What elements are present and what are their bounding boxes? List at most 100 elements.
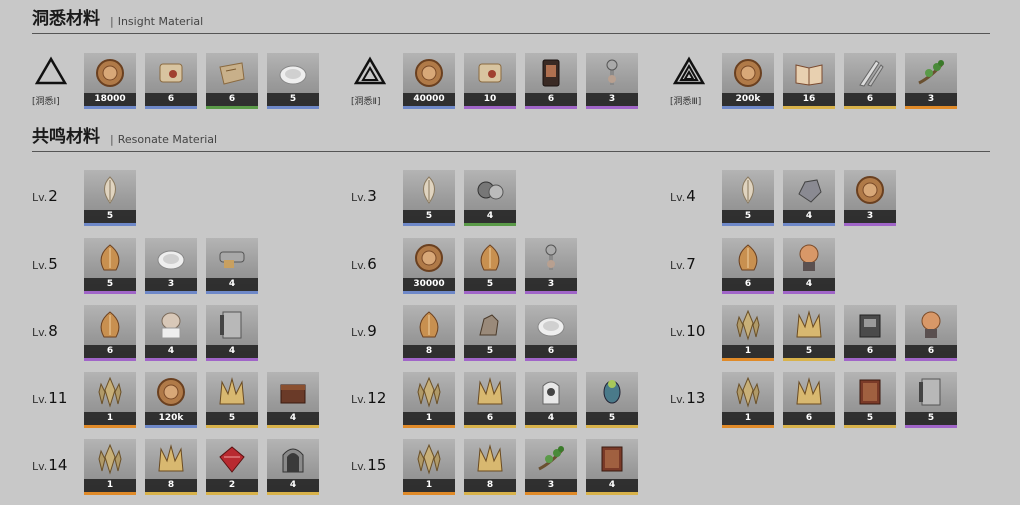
feather-icon	[732, 174, 764, 206]
material-count: 18000	[84, 93, 136, 106]
resonate-lv15-material-slot-0[interactable]: 1	[403, 439, 455, 495]
resonate-lv11-material-slot-0[interactable]: 1	[84, 372, 136, 428]
resonate-lv6-material-slot-1[interactable]: 5	[464, 238, 516, 294]
resonate-lv8-material-slot-0[interactable]: 6	[84, 305, 136, 361]
material-count: 6	[464, 412, 516, 425]
material-count: 6	[525, 93, 577, 106]
resonate-lv4-material-slot-1[interactable]: 4	[783, 170, 835, 226]
insight-t1-material-slot-2[interactable]: 6	[206, 53, 258, 109]
resonate-lv9-material-slot-0[interactable]: 8	[403, 305, 455, 361]
insight-t2-material-slot-3[interactable]: 3	[586, 53, 638, 109]
material-count: 4	[525, 412, 577, 425]
rarity-bar	[206, 291, 258, 294]
resonate-lv10-material-slot-0[interactable]: 1	[722, 305, 774, 361]
insight-t1-material-slot-1[interactable]: 6	[145, 53, 197, 109]
resonate-lv13-material-slot-2[interactable]: 5	[844, 372, 896, 428]
insight-t2-material-slot-1[interactable]: 10	[464, 53, 516, 109]
rarity-bar	[84, 106, 136, 109]
level-prefix: Lv.	[670, 191, 686, 204]
mask-icon	[915, 309, 947, 341]
insight-t3-material-slot-1[interactable]: 16	[783, 53, 835, 109]
resonate-lv4-material-slot-0[interactable]: 5	[722, 170, 774, 226]
level-number: 5	[48, 255, 58, 273]
resonate-lv13-material-slot-0[interactable]: 1	[722, 372, 774, 428]
resonate-lv11-material-slot-3[interactable]: 4	[267, 372, 319, 428]
resonate-lv14-material-slot-2[interactable]: 2	[206, 439, 258, 495]
insight-t3-material-slot-0[interactable]: 200k	[722, 53, 774, 109]
resonate-lv10-material-slot-3[interactable]: 6	[905, 305, 957, 361]
rarity-bar	[403, 223, 455, 226]
rarity-bar	[722, 291, 774, 294]
insight-t3-material-slot-3[interactable]: 3	[905, 53, 957, 109]
rarity-bar	[403, 425, 455, 428]
insight-t2-material-slot-2[interactable]: 6	[525, 53, 577, 109]
material-count: 3	[525, 479, 577, 492]
resonate-lv6-material-slot-0[interactable]: 30000	[403, 238, 455, 294]
level-number: 8	[48, 322, 58, 340]
resonate-lv9-material-slot-2[interactable]: 6	[525, 305, 577, 361]
resonate-lv3-material-slot-1[interactable]: 4	[464, 170, 516, 226]
level-prefix: Lv.	[32, 326, 48, 339]
resonate-lv7-material-slot-0[interactable]: 6	[722, 238, 774, 294]
rarity-bar	[905, 425, 957, 428]
resonate-lv8-material-slot-2[interactable]: 4	[206, 305, 258, 361]
resonate-lv14-material-slot-3[interactable]: 4	[267, 439, 319, 495]
rarity-bar	[783, 358, 835, 361]
resonate-lv7-material-slot-1[interactable]: 4	[783, 238, 835, 294]
chest-icon	[277, 376, 309, 408]
resonate-lv10-material-slot-1[interactable]: 5	[783, 305, 835, 361]
resonate-lv15-material-slot-3[interactable]: 4	[586, 439, 638, 495]
level-label: Lv.9	[351, 322, 377, 340]
relic-icon	[535, 376, 567, 408]
resonate-lv4-material-slot-2[interactable]: 3	[844, 170, 896, 226]
material-count: 8	[464, 479, 516, 492]
mask-icon	[793, 242, 825, 274]
resonate-lv10-material-slot-2[interactable]: 6	[844, 305, 896, 361]
coin-icon	[94, 57, 126, 89]
rarity-bar	[525, 291, 577, 294]
resonate-lv11-material-slot-2[interactable]: 5	[206, 372, 258, 428]
resonate-lv3-material-slot-0[interactable]: 5	[403, 170, 455, 226]
resonate-lv6-material-slot-2[interactable]: 3	[525, 238, 577, 294]
resonate-lv12-material-slot-1[interactable]: 6	[464, 372, 516, 428]
resonate-lv5-material-slot-2[interactable]: 4	[206, 238, 258, 294]
coin-icon	[732, 57, 764, 89]
rarity-bar	[783, 223, 835, 226]
level-prefix: Lv.	[351, 460, 367, 473]
insight-t1-material-slot-0[interactable]: 18000	[84, 53, 136, 109]
resonate-lv5-material-slot-0[interactable]: 5	[84, 238, 136, 294]
resonate-lv15-material-slot-2[interactable]: 3	[525, 439, 577, 495]
material-count: 1	[84, 412, 136, 425]
tablet-icon	[535, 57, 567, 89]
insight-t1-material-slot-3[interactable]: 5	[267, 53, 319, 109]
material-count: 1	[84, 479, 136, 492]
resonate-lv14-material-slot-0[interactable]: 1	[84, 439, 136, 495]
material-count: 3	[905, 93, 957, 106]
resonate-lv5-material-slot-1[interactable]: 3	[145, 238, 197, 294]
crown-icon	[474, 376, 506, 408]
resonate-lv8-material-slot-1[interactable]: 4	[145, 305, 197, 361]
resonate-lv2-material-slot-0[interactable]: 5	[84, 170, 136, 226]
feather-icon	[413, 174, 445, 206]
ore-icon	[793, 174, 825, 206]
resonate-lv15-material-slot-1[interactable]: 8	[464, 439, 516, 495]
resonate-lv12-material-slot-2[interactable]: 4	[525, 372, 577, 428]
coin-icon	[155, 376, 187, 408]
resonate-lv14-material-slot-1[interactable]: 8	[145, 439, 197, 495]
level-prefix: Lv.	[351, 191, 367, 204]
rarity-bar	[525, 358, 577, 361]
resonate-lv11-material-slot-1[interactable]: 120k	[145, 372, 197, 428]
resonate-lv9-material-slot-1[interactable]: 5	[464, 305, 516, 361]
insight-t3-material-slot-2[interactable]: 6	[844, 53, 896, 109]
shell-icon	[94, 309, 126, 341]
level-number: 6	[367, 255, 377, 273]
insight-t2-material-slot-0[interactable]: 40000	[403, 53, 455, 109]
resonate-lv12-material-slot-0[interactable]: 1	[403, 372, 455, 428]
insight-tier-label: [洞悉Ⅱ]	[351, 97, 381, 107]
resonate-lv13-material-slot-1[interactable]: 6	[783, 372, 835, 428]
resonate-lv13-material-slot-3[interactable]: 5	[905, 372, 957, 428]
plate-icon	[155, 242, 187, 274]
material-count: 6	[905, 345, 957, 358]
resonate-lv12-material-slot-3[interactable]: 5	[586, 372, 638, 428]
material-count: 1	[722, 412, 774, 425]
